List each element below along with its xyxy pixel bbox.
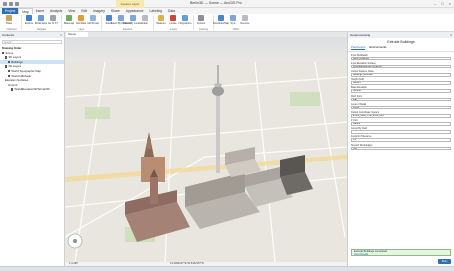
param-field[interactable]: WorldElevation3D/Terrain3D bbox=[351, 64, 451, 69]
close-pane-icon[interactable]: × bbox=[450, 32, 452, 38]
ruler-icon bbox=[158, 15, 164, 21]
group-offline: Download Map Sync Remove Offline bbox=[213, 15, 258, 31]
bottom-bar bbox=[0, 266, 454, 271]
close-icon[interactable]: × bbox=[449, 1, 451, 6]
clear-icon bbox=[142, 15, 148, 21]
scene-view[interactable] bbox=[65, 37, 347, 262]
geoprocessing-header: Geoprocessing × bbox=[348, 32, 454, 38]
group-layer: Basemap Add Data Add Preset Layer bbox=[62, 15, 102, 31]
convert-button[interactable]: Convert bbox=[196, 15, 206, 25]
paste-icon bbox=[6, 15, 12, 21]
pin-icon bbox=[170, 15, 176, 21]
ribbon: Paste Clipboard Explore Bookmarks Go To … bbox=[0, 14, 454, 32]
download-map-button[interactable]: Download Map bbox=[213, 15, 229, 25]
measure-button[interactable]: Measure bbox=[156, 15, 166, 25]
go-to-xy-button[interactable]: Go To XY bbox=[48, 15, 58, 25]
param-roof-form: Roof Form Flat bbox=[348, 95, 454, 102]
group-labeling: Convert Labeling bbox=[194, 15, 214, 31]
quick-access-toolbar bbox=[3, 2, 19, 6]
group-navigate: Explore Bookmarks Go To XY Navigate bbox=[22, 15, 62, 31]
clear-selection-button[interactable]: Clear bbox=[140, 15, 150, 25]
paste-button[interactable]: Paste bbox=[4, 15, 14, 25]
crosshair-icon bbox=[50, 15, 56, 21]
title-bar: Feature Layer Berlin3D — Scene — ArcGIS … bbox=[0, 0, 454, 8]
param-level-of-detail: Level of Detail LOD2 bbox=[348, 103, 454, 110]
param-field[interactable]: Flat bbox=[351, 97, 451, 102]
download-icon bbox=[218, 15, 224, 21]
param-group-by-field: Group By Field bbox=[348, 127, 454, 134]
convert-icon bbox=[198, 15, 204, 21]
contents-pane: Contents × Search Drawing Order Scene 3D… bbox=[0, 32, 65, 266]
window-title: Berlin3D — Scene — ArcGIS Pro bbox=[190, 1, 242, 5]
tool-tabs: Parameters Environments bbox=[348, 44, 454, 52]
select-by-location-button[interactable]: Select By Location bbox=[123, 15, 143, 25]
scene-canvas[interactable] bbox=[65, 37, 347, 262]
group-clipboard: Paste Clipboard bbox=[2, 15, 22, 31]
param-field[interactable]: Yes bbox=[351, 146, 451, 151]
remove-button[interactable]: Remove bbox=[240, 15, 250, 25]
param-field[interactable]: HEIGHT bbox=[351, 81, 451, 85]
param-footprint-tolerance: Footprint Tolerance 0.5 bbox=[348, 135, 454, 143]
remove-icon bbox=[242, 15, 248, 21]
contents-header: Contents × bbox=[0, 32, 64, 38]
param-field[interactable]: Meters bbox=[351, 122, 451, 126]
select-icon bbox=[106, 15, 112, 21]
group-selection: Select Select By Attributes Select By Lo… bbox=[102, 15, 154, 31]
param-coordinate-system: Output Coordinate System ETRS_1989_UTM_Zo… bbox=[348, 111, 454, 118]
run-button[interactable]: Run bbox=[438, 259, 451, 264]
param-height-field: Height Field HEIGHT bbox=[348, 78, 454, 85]
param-field[interactable]: Berlin Buildings bbox=[351, 56, 451, 61]
preset-icon bbox=[90, 15, 96, 21]
chart-icon bbox=[182, 15, 188, 21]
param-output-feature-class: Output Feature Class Buildings_Extruded bbox=[348, 70, 454, 77]
geoprocessing-pane: Geoprocessing × Extrude Buildings Parame… bbox=[347, 32, 454, 266]
table-icon bbox=[118, 15, 124, 21]
add-data-button[interactable]: Add Data bbox=[76, 15, 86, 25]
bookmark-icon bbox=[38, 15, 44, 21]
add-data-icon bbox=[78, 15, 84, 21]
toc-item-terrain[interactable]: WorldElevation3D/Terrain3D bbox=[0, 87, 64, 92]
save-icon[interactable] bbox=[3, 2, 7, 6]
contents-search-input[interactable]: Search bbox=[2, 40, 62, 44]
tab-parameters[interactable]: Parameters bbox=[351, 45, 366, 50]
param-field[interactable]: LOD2 bbox=[351, 105, 451, 110]
param-field[interactable]: Buildings_Extruded bbox=[351, 72, 451, 77]
param-base-elevation: Base Elevation Ground bbox=[348, 86, 454, 93]
close-pane-icon[interactable]: × bbox=[60, 32, 62, 38]
param-field[interactable]: 0.5 bbox=[351, 138, 451, 143]
group-inquiry: Measure Locate Infographics Inquiry bbox=[154, 15, 194, 31]
bookmarks-button[interactable]: Bookmarks bbox=[35, 15, 47, 25]
param-input-multipatch: Input Multipatch Berlin Buildings bbox=[348, 54, 454, 61]
locate-button[interactable]: Locate bbox=[168, 15, 178, 25]
status-message: Extrude Buildings completed. View Detail… bbox=[351, 249, 451, 256]
infographics-button[interactable]: Infographics bbox=[178, 15, 192, 25]
param-elevation-surface: Input Elevation Surface WorldElevation3D/… bbox=[348, 62, 454, 69]
redo-icon[interactable] bbox=[15, 2, 19, 6]
param-field[interactable]: ETRS_1989_UTM_Zone_33N bbox=[351, 113, 451, 118]
param-field[interactable] bbox=[351, 130, 451, 134]
param-field[interactable]: Ground bbox=[351, 89, 451, 93]
navigator-control[interactable] bbox=[67, 233, 83, 249]
undo-icon[interactable] bbox=[9, 2, 13, 6]
basemap-icon bbox=[66, 15, 72, 21]
add-preset-button[interactable]: Add Preset bbox=[87, 15, 99, 25]
sync-icon bbox=[230, 15, 236, 21]
basemap-button[interactable]: Basemap bbox=[64, 15, 74, 25]
context-tab-group: Feature Layer bbox=[116, 0, 144, 8]
explore-icon bbox=[26, 15, 32, 21]
param-z-unit: Z Unit Meters bbox=[348, 119, 454, 126]
maximize-icon[interactable]: □ bbox=[441, 1, 443, 6]
sync-button[interactable]: Sync bbox=[228, 15, 238, 25]
param-smooth-roof-edges: Smooth Roof Edges Yes bbox=[348, 144, 454, 151]
view-details-link[interactable]: View Details bbox=[354, 253, 450, 256]
tab-environments[interactable]: Environments bbox=[369, 45, 386, 50]
window-controls: – □ × bbox=[434, 1, 451, 6]
location-icon bbox=[130, 15, 136, 21]
minimize-icon[interactable]: – bbox=[434, 1, 436, 6]
explore-button[interactable]: Explore bbox=[24, 15, 34, 25]
